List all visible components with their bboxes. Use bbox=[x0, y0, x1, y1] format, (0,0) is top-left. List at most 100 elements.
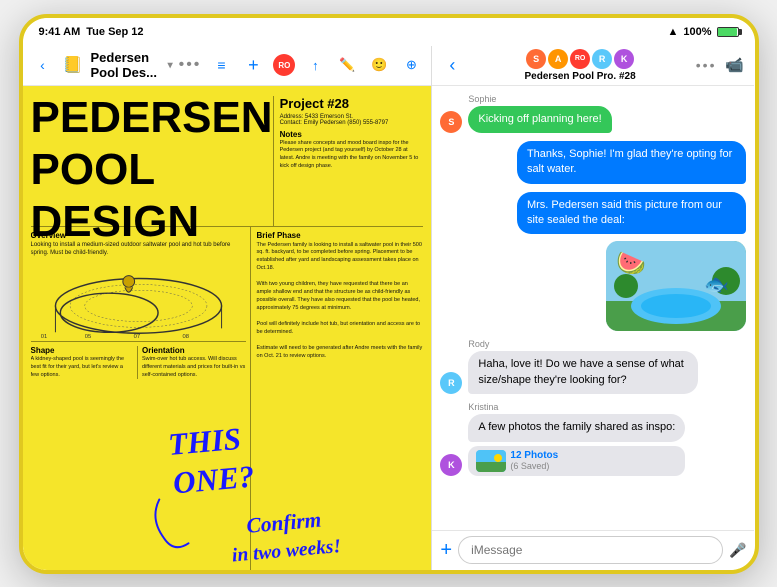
notebooks-button[interactable]: 📒 bbox=[61, 53, 85, 77]
status-left: 9:41 AM Tue Sep 12 bbox=[39, 26, 144, 38]
messages-title-area: S A RO R K Pedersen Pool Pro. #28 bbox=[470, 49, 689, 82]
overview-label: Overview bbox=[31, 231, 246, 240]
notes-panel: ‹ 📒 Pedersen Pool Des... ▾ ••• ≡ + RO ↑ … bbox=[23, 46, 433, 570]
group-avatars: S A RO R K bbox=[526, 49, 634, 69]
input-bar: + 🎤 bbox=[432, 530, 754, 570]
bubble-3: Mrs. Pedersen said this picture from our… bbox=[517, 192, 747, 235]
orientation-text: Swim-over hot tub access. Will discuss d… bbox=[142, 356, 246, 379]
shape-text: A kidney-shaped pool is seemingly the be… bbox=[31, 356, 134, 379]
notes-toolbar: ‹ 📒 Pedersen Pool Des... ▾ ••• ≡ + RO ↑ … bbox=[23, 46, 432, 86]
avatar-andre: A bbox=[548, 49, 568, 69]
markup-button[interactable]: ✏️ bbox=[335, 53, 359, 77]
shape-label: Shape bbox=[31, 346, 134, 355]
message-row-5: K Kristina A few photos the family share… bbox=[440, 402, 746, 475]
bubble-1: Kicking off planning here! bbox=[468, 106, 611, 133]
photos-label: 12 Photos bbox=[510, 450, 558, 461]
date: Tue Sep 12 bbox=[86, 26, 143, 38]
notes-section-label: Notes bbox=[280, 130, 424, 139]
brief-label: Brief Phase bbox=[257, 231, 424, 240]
pool-image: 🍉 🐟 bbox=[606, 241, 746, 331]
avatar-ro: RO bbox=[570, 49, 590, 69]
sophie-avatar: S bbox=[440, 111, 462, 133]
notes-document-title: Pedersen Pool Des... ▾ bbox=[91, 50, 173, 80]
message-content-4: Rody Haha, love it! Do we have a sense o… bbox=[468, 339, 698, 394]
notes-section-text: Please share concepts and mood board ins… bbox=[280, 140, 424, 171]
more-dots[interactable]: ••• bbox=[179, 56, 202, 74]
messages-body: S Sophie Kicking off planning here! Than… bbox=[432, 86, 754, 530]
sender-label-1: Sophie bbox=[468, 94, 611, 104]
sender-label-5: Kristina bbox=[468, 402, 685, 412]
right-column: Brief Phase The Pedersen family is looki… bbox=[251, 227, 424, 570]
bubble-4: Haha, love it! Do we have a sense of wha… bbox=[468, 351, 698, 394]
pool-sketch-svg: 01 05 07 08 bbox=[31, 261, 246, 341]
pool-design-title: PEDERSEN POOL DESIGN bbox=[31, 96, 273, 226]
photos-icon bbox=[476, 450, 506, 472]
notes-content: PEDERSEN POOL DESIGN Project #28 Address… bbox=[23, 86, 432, 570]
photos-info: 12 Photos (6 Saved) bbox=[510, 450, 558, 471]
add-content-button[interactable]: + bbox=[241, 53, 265, 77]
message-content-2: Thanks, Sophie! I'm glad they're opting … bbox=[517, 141, 747, 184]
share-button[interactable]: ↑ bbox=[303, 53, 327, 77]
avatar-sophie: S bbox=[526, 49, 546, 69]
message-row-4: R Rody Haha, love it! Do we have a sense… bbox=[440, 339, 746, 394]
orientation-label: Orientation bbox=[142, 346, 246, 355]
svg-text:🍉: 🍉 bbox=[616, 250, 646, 277]
svg-text:07: 07 bbox=[133, 334, 140, 340]
wifi-icon: ▲ bbox=[667, 26, 678, 38]
photos-attachment[interactable]: 12 Photos (6 Saved) bbox=[468, 446, 685, 476]
sender-label-4: Rody bbox=[468, 339, 698, 349]
messages-panel: ‹ S A RO R K Pedersen Pool Pro. #28 ••• … bbox=[432, 46, 754, 570]
shape-section: Shape A kidney-shaped pool is seemingly … bbox=[31, 346, 139, 379]
battery-text: 100% bbox=[683, 26, 711, 38]
messages-more-dots[interactable]: ••• bbox=[696, 57, 717, 73]
svg-text:01: 01 bbox=[40, 334, 47, 340]
apple-pencil bbox=[359, 14, 479, 18]
bubble-5: A few photos the family shared as inspo: bbox=[468, 414, 685, 441]
message-content-5: Kristina A few photos the family shared … bbox=[468, 402, 685, 475]
pool-image-visual: 🍉 🐟 bbox=[606, 241, 746, 331]
pool-sketch-area: 01 05 07 08 bbox=[31, 261, 246, 341]
message-content-3: Mrs. Pedersen said this picture from our… bbox=[517, 192, 747, 332]
avatar-rody: R bbox=[592, 49, 612, 69]
rody-avatar: R bbox=[440, 372, 462, 394]
overview-text: Looking to install a medium-sized outdoo… bbox=[31, 241, 246, 258]
avatar-kristina: K bbox=[614, 49, 634, 69]
messages-thread-title: Pedersen Pool Pro. #28 bbox=[525, 71, 636, 82]
ro-badge: RO bbox=[273, 54, 295, 76]
orientation-section: Orientation Swim-over hot tub access. Wi… bbox=[138, 346, 246, 379]
bubble-2: Thanks, Sophie! I'm glad they're opting … bbox=[517, 141, 747, 184]
list-view-button[interactable]: ≡ bbox=[209, 53, 233, 77]
svg-text:05: 05 bbox=[84, 334, 91, 340]
split-view: ‹ 📒 Pedersen Pool Des... ▾ ••• ≡ + RO ↑ … bbox=[23, 46, 755, 570]
left-column: Overview Looking to install a medium-siz… bbox=[31, 227, 251, 570]
project-number: Project #28 bbox=[280, 96, 424, 111]
back-button[interactable]: ‹ bbox=[31, 53, 55, 77]
bottom-row: Shape A kidney-shaped pool is seemingly … bbox=[31, 341, 246, 379]
status-bar: 9:41 AM Tue Sep 12 ▲ 100% bbox=[23, 18, 755, 46]
video-call-button[interactable]: 📹 bbox=[722, 53, 746, 77]
time: 9:41 AM bbox=[39, 26, 81, 38]
imessage-input[interactable] bbox=[458, 536, 723, 564]
chevron-down-icon: ▾ bbox=[168, 60, 173, 71]
ipad-device: 9:41 AM Tue Sep 12 ▲ 100% ‹ bbox=[19, 14, 759, 574]
message-row-3: Mrs. Pedersen said this picture from our… bbox=[440, 192, 746, 332]
messages-back-button[interactable]: ‹ bbox=[440, 53, 464, 77]
overview-section: Overview Looking to install a medium-siz… bbox=[31, 227, 246, 258]
microphone-button[interactable]: 🎤 bbox=[729, 542, 746, 559]
screen: 9:41 AM Tue Sep 12 ▲ 100% ‹ bbox=[23, 18, 755, 570]
brief-text: The Pedersen family is looking to instal… bbox=[257, 242, 424, 362]
add-attachment-button[interactable]: + bbox=[440, 539, 452, 562]
kristina-avatar: K bbox=[440, 454, 462, 476]
emoji-button[interactable]: 🙂 bbox=[367, 53, 391, 77]
more-options-button[interactable]: ⊕ bbox=[399, 53, 423, 77]
photos-thumbnail-svg bbox=[476, 450, 506, 472]
pool-scene-svg: 🍉 🐟 bbox=[606, 241, 746, 331]
photos-saved: (6 Saved) bbox=[510, 461, 558, 471]
messages-toolbar: ‹ S A RO R K Pedersen Pool Pro. #28 ••• … bbox=[432, 46, 754, 86]
project-contact: Contact: Emily Pedersen (850) 555-8797 bbox=[280, 120, 424, 126]
svg-text:08: 08 bbox=[182, 334, 189, 340]
content-grid: Overview Looking to install a medium-siz… bbox=[31, 226, 424, 570]
svg-text:🐟: 🐟 bbox=[704, 274, 729, 296]
message-row-1: S Sophie Kicking off planning here! bbox=[440, 94, 746, 133]
message-row-2: Thanks, Sophie! I'm glad they're opting … bbox=[440, 141, 746, 184]
